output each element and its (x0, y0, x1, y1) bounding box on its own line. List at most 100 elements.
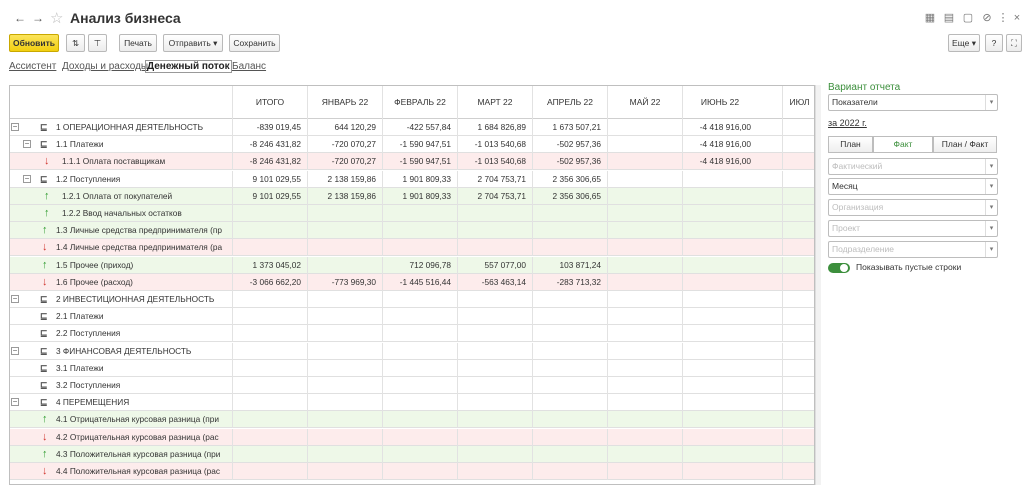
table-cell[interactable] (682, 308, 757, 326)
table-cell[interactable]: -839 019,45 (232, 119, 307, 136)
table-row[interactable]: − ⊑ 1 ОПЕРАЦИОННАЯ ДЕЯТЕЛЬНОСТЬ -839 019,45… (10, 119, 814, 136)
table-cell[interactable] (782, 411, 814, 429)
table-cell[interactable]: 2 356 306,65 (532, 170, 607, 188)
table-cell[interactable] (232, 359, 307, 377)
table-cell[interactable]: -1 590 947,51 (382, 136, 457, 154)
organization-field[interactable]: Организация ▾ (828, 199, 998, 216)
table-cell[interactable] (232, 428, 307, 446)
table-cell[interactable]: 2 138 159,86 (307, 170, 382, 188)
table-cell[interactable] (607, 256, 682, 274)
table-cell[interactable] (232, 308, 307, 326)
table-cell[interactable]: -422 557,84 (382, 119, 457, 136)
table-cell[interactable] (382, 411, 457, 429)
table-cell[interactable] (682, 394, 757, 412)
table-cell[interactable] (682, 428, 757, 446)
table-cell[interactable] (607, 308, 682, 326)
table-cell[interactable] (782, 119, 814, 136)
table-cell[interactable] (682, 222, 757, 240)
table-cell[interactable] (307, 291, 382, 308)
tab-assistant[interactable]: Ассистент (9, 61, 56, 72)
print-button[interactable]: Печать (119, 34, 157, 52)
table-cell[interactable] (782, 256, 814, 274)
table-cell[interactable] (607, 119, 682, 136)
help-button[interactable]: ? (985, 34, 1003, 52)
table-cell[interactable] (307, 308, 382, 326)
table-cell[interactable] (782, 205, 814, 222)
table-cell[interactable]: 2 138 159,86 (307, 187, 382, 205)
fullscreen-icon[interactable]: ⛶ (1006, 34, 1022, 52)
table-cell[interactable] (607, 325, 682, 343)
tab-balance[interactable]: Баланс (232, 61, 266, 72)
table-cell[interactable] (782, 359, 814, 377)
table-cell[interactable] (382, 222, 457, 240)
table-cell[interactable] (232, 463, 307, 480)
department-field[interactable]: Подразделение ▾ (828, 241, 998, 258)
table-cell[interactable] (532, 428, 607, 446)
table-cell[interactable] (607, 463, 682, 480)
table-cell[interactable] (682, 377, 757, 394)
table-cell[interactable] (382, 325, 457, 343)
preview-icon[interactable]: ▢ (961, 11, 975, 25)
save-doc-icon[interactable]: ▦ (923, 11, 937, 25)
table-cell[interactable]: -1 013 540,68 (457, 153, 532, 171)
project-field[interactable]: Проект ▾ (828, 220, 998, 237)
table-scrollbar[interactable] (815, 85, 821, 485)
table-row[interactable]: ↑ 1.5 Прочее (приход) 1 373 045,02 712 096,… (10, 256, 814, 274)
table-row[interactable]: ↓ 1.1.1 Оплата поставщикам -8 246 431,82 -7… (10, 153, 814, 171)
table-cell[interactable] (382, 359, 457, 377)
table-cell[interactable] (532, 222, 607, 240)
table-cell[interactable] (382, 205, 457, 222)
link-icon[interactable]: ⊘ (980, 11, 994, 25)
table-cell[interactable] (232, 205, 307, 222)
table-cell[interactable]: -283 713,32 (532, 273, 607, 291)
table-cell[interactable] (782, 445, 814, 463)
table-cell[interactable] (532, 445, 607, 463)
table-cell[interactable] (457, 342, 532, 360)
table-cell[interactable] (232, 239, 307, 257)
table-cell[interactable] (782, 463, 814, 480)
table-cell[interactable] (232, 291, 307, 308)
mode-plan-button[interactable]: План (828, 136, 873, 153)
table-cell[interactable] (782, 342, 814, 360)
table-cell[interactable] (782, 239, 814, 257)
print-icon[interactable]: ▤ (942, 11, 956, 25)
table-cell[interactable] (382, 463, 457, 480)
table-cell[interactable] (682, 325, 757, 343)
table-cell[interactable] (682, 273, 757, 291)
table-cell[interactable] (382, 308, 457, 326)
table-cell[interactable] (457, 222, 532, 240)
table-cell[interactable] (607, 411, 682, 429)
table-cell[interactable] (307, 394, 382, 412)
table-cell[interactable]: -502 957,36 (532, 153, 607, 171)
table-cell[interactable] (457, 428, 532, 446)
close-icon[interactable]: × (1010, 11, 1024, 25)
table-cell[interactable] (382, 445, 457, 463)
periodicity-select[interactable]: Месяц ▾ (828, 178, 998, 195)
table-cell[interactable] (607, 428, 682, 446)
table-cell[interactable] (457, 359, 532, 377)
table-cell[interactable] (532, 205, 607, 222)
table-cell[interactable] (382, 342, 457, 360)
back-arrow-icon[interactable]: ← (12, 10, 28, 26)
table-cell[interactable]: 2 704 753,71 (457, 187, 532, 205)
collapse-toggle-icon[interactable]: − (11, 346, 19, 355)
table-row[interactable]: ↑ 1.2.2 Ввод начальных остатков (10, 205, 814, 222)
collapse-toggle-icon[interactable]: − (23, 174, 31, 183)
table-cell[interactable] (307, 325, 382, 343)
table-cell[interactable] (307, 205, 382, 222)
table-cell[interactable]: -1 590 947,51 (382, 153, 457, 171)
table-cell[interactable] (782, 136, 814, 154)
table-cell[interactable] (607, 153, 682, 171)
table-row[interactable]: ⊑ 3.1 Платежи (10, 359, 814, 377)
table-cell[interactable]: 1 684 826,89 (457, 119, 532, 136)
table-cell[interactable] (782, 394, 814, 412)
table-cell[interactable] (607, 445, 682, 463)
more-button[interactable]: Еще ▾ (948, 34, 980, 52)
table-cell[interactable] (307, 428, 382, 446)
table-cell[interactable] (532, 308, 607, 326)
table-cell[interactable] (782, 325, 814, 343)
table-row[interactable]: ↑ 4.1 Отрицательная курсовая разница (при (10, 411, 814, 429)
table-cell[interactable]: -1 445 516,44 (382, 273, 457, 291)
table-cell[interactable] (682, 291, 757, 308)
table-cell[interactable] (307, 342, 382, 360)
